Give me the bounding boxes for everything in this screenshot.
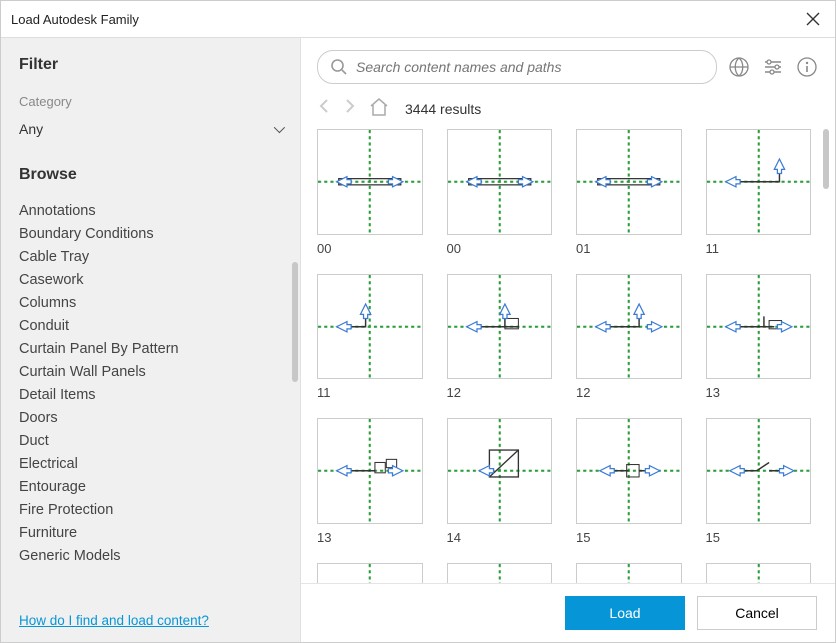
browse-item[interactable]: Lighting — [19, 568, 282, 570]
thumbnail-label: 11 — [706, 241, 812, 256]
browse-item[interactable]: Detail Items — [19, 384, 282, 407]
thumbnail[interactable] — [317, 418, 423, 524]
thumbnail-label: 11 — [317, 385, 423, 400]
search-box[interactable] — [317, 50, 717, 84]
thumbnail-grid: 00 00 01 11 11 12 12 13 13 14 15 15 — [317, 129, 811, 583]
chevron-down-icon — [274, 122, 285, 133]
thumbnail[interactable] — [317, 129, 423, 235]
thumbnail-label: 12 — [447, 385, 553, 400]
cancel-button[interactable]: Cancel — [697, 596, 817, 630]
globe-button[interactable] — [727, 55, 751, 79]
grid-cell: 00 — [317, 129, 423, 256]
thumbnail[interactable] — [447, 418, 553, 524]
browse-item[interactable]: Doors — [19, 407, 282, 430]
thumbnail[interactable] — [447, 274, 553, 380]
filter-heading: Filter — [1, 50, 300, 80]
browse-item[interactable]: Furniture — [19, 522, 282, 545]
thumbnail[interactable] — [447, 563, 553, 584]
grid-cell: 15 — [576, 418, 682, 545]
grid-cell: 13 — [706, 274, 812, 401]
grid-cell: 12 — [576, 274, 682, 401]
sidebar-scrollbar[interactable] — [292, 262, 298, 382]
chevron-right-icon — [343, 98, 357, 114]
browse-item[interactable]: Boundary Conditions — [19, 223, 282, 246]
thumbnail-label: 13 — [706, 385, 812, 400]
search-icon — [330, 58, 348, 76]
grid-cell: 14 — [447, 418, 553, 545]
info-icon — [796, 56, 818, 78]
thumbnail[interactable] — [576, 129, 682, 235]
thumbnail[interactable] — [317, 563, 423, 584]
grid-scrollbar[interactable] — [823, 129, 829, 189]
nav-back-button[interactable] — [317, 98, 331, 119]
category-label: Category — [1, 80, 300, 113]
thumbnail-label: 00 — [317, 241, 423, 256]
browse-heading: Browse — [1, 160, 300, 190]
category-value: Any — [19, 121, 43, 137]
grid-cell: 12 — [447, 274, 553, 401]
nav-home-button[interactable] — [369, 98, 389, 119]
nav-forward-button[interactable] — [343, 98, 357, 119]
info-button[interactable] — [795, 55, 819, 79]
close-icon — [806, 12, 820, 26]
browse-item[interactable]: Duct — [19, 430, 282, 453]
browse-item[interactable]: Conduit — [19, 315, 282, 338]
grid-cell — [447, 563, 553, 584]
thumbnail[interactable] — [576, 418, 682, 524]
thumbnail-label: 14 — [447, 530, 553, 545]
browse-item[interactable]: Entourage — [19, 476, 282, 499]
grid-cell — [706, 563, 812, 584]
thumbnail-label: 00 — [447, 241, 553, 256]
browse-item[interactable]: Curtain Panel By Pattern — [19, 338, 282, 361]
load-button[interactable]: Load — [565, 596, 685, 630]
grid-cell: 15 — [706, 418, 812, 545]
grid-cell: 11 — [317, 274, 423, 401]
list-settings-button[interactable] — [761, 55, 785, 79]
browse-item[interactable]: Generic Models — [19, 545, 282, 568]
sliders-icon — [762, 56, 784, 78]
thumbnail[interactable] — [317, 274, 423, 380]
browse-item[interactable]: Casework — [19, 269, 282, 292]
grid-cell: 00 — [447, 129, 553, 256]
thumbnail[interactable] — [706, 563, 812, 584]
thumbnail[interactable] — [706, 418, 812, 524]
browse-item[interactable]: Columns — [19, 292, 282, 315]
grid-cell — [576, 563, 682, 584]
browse-item[interactable]: Curtain Wall Panels — [19, 361, 282, 384]
thumbnail[interactable] — [706, 274, 812, 380]
help-link[interactable]: How do I find and load content? — [19, 613, 209, 628]
category-select[interactable]: Any — [19, 117, 282, 142]
globe-icon — [728, 56, 750, 78]
grid-cell: 13 — [317, 418, 423, 545]
thumbnail-label: 13 — [317, 530, 423, 545]
thumbnail-label: 12 — [576, 385, 682, 400]
browse-item[interactable]: Cable Tray — [19, 246, 282, 269]
close-button[interactable] — [801, 7, 825, 31]
window-title: Load Autodesk Family — [11, 12, 139, 27]
chevron-left-icon — [317, 98, 331, 114]
thumbnail[interactable] — [706, 129, 812, 235]
grid-cell: 01 — [576, 129, 682, 256]
thumbnail-label: 15 — [706, 530, 812, 545]
results-count: 3444 results — [405, 101, 481, 117]
grid-cell — [317, 563, 423, 584]
browse-item[interactable]: Annotations — [19, 200, 282, 223]
search-input[interactable] — [356, 59, 704, 75]
grid-cell: 11 — [706, 129, 812, 256]
sidebar: Filter Category Any Browse AnnotationsBo… — [1, 38, 301, 642]
thumbnail[interactable] — [576, 274, 682, 380]
thumbnail-label: 01 — [576, 241, 682, 256]
browse-item[interactable]: Electrical — [19, 453, 282, 476]
browse-list: AnnotationsBoundary ConditionsCable Tray… — [1, 200, 300, 570]
home-icon — [369, 98, 389, 116]
thumbnail-label: 15 — [576, 530, 682, 545]
thumbnail[interactable] — [447, 129, 553, 235]
browse-item[interactable]: Fire Protection — [19, 499, 282, 522]
thumbnail[interactable] — [576, 563, 682, 584]
